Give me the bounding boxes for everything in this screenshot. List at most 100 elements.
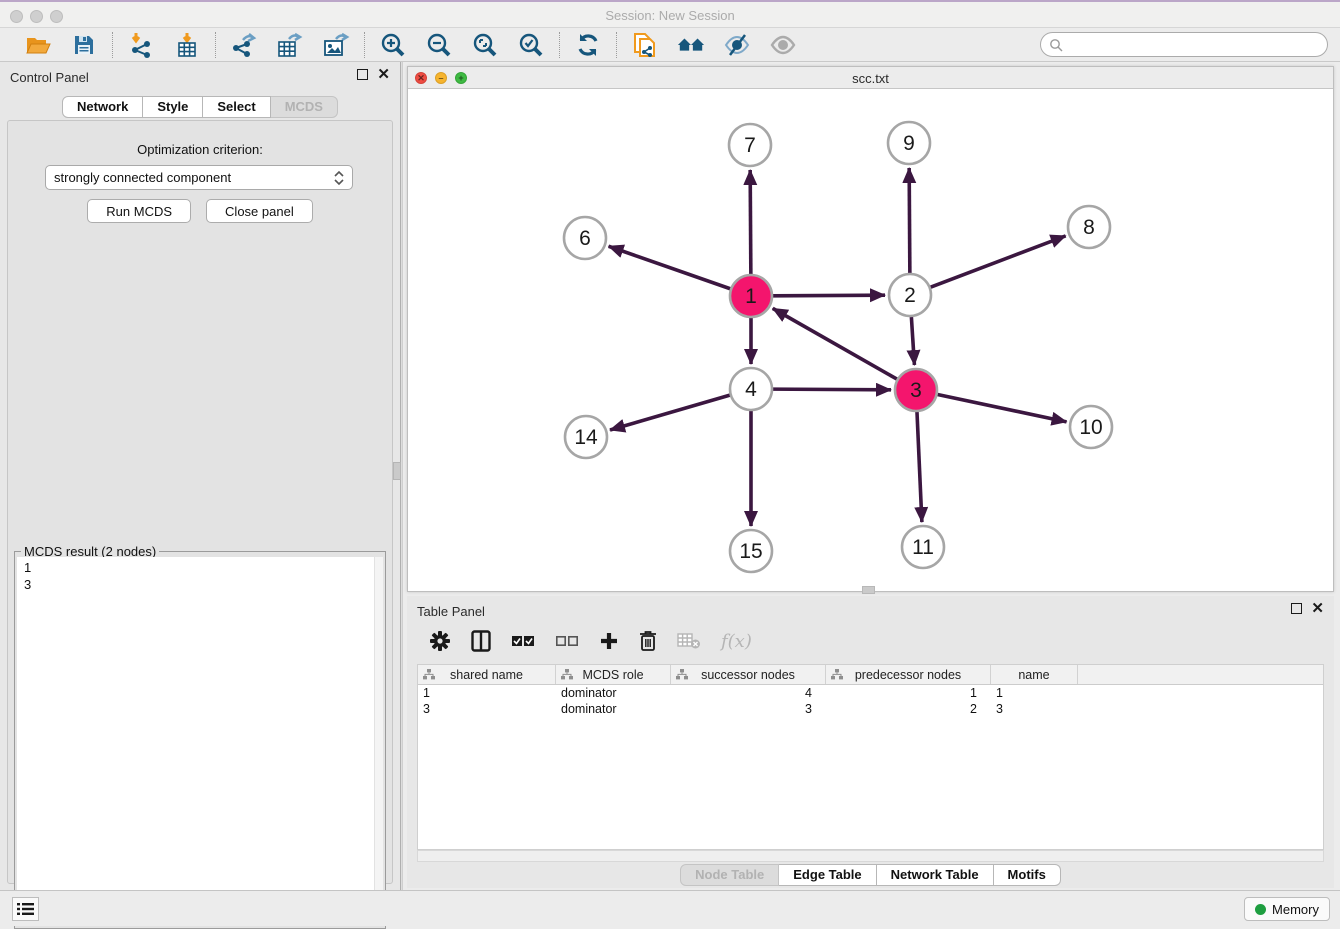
tab-style[interactable]: Style — [143, 96, 203, 118]
delete-columns-button[interactable] — [639, 630, 657, 652]
import-network-button[interactable] — [127, 31, 155, 59]
node-label-2: 2 — [904, 284, 916, 307]
cell-shared-name[interactable]: 1 — [418, 685, 556, 701]
import-table-icon — [174, 32, 200, 58]
save-session-button[interactable] — [70, 31, 98, 59]
float-table-panel-icon[interactable] — [1291, 603, 1302, 614]
table-row-0[interactable]: 1dominator411 — [418, 685, 1323, 701]
deselect-all-rows-button[interactable] — [555, 634, 579, 648]
edge-3-11[interactable] — [917, 412, 922, 522]
node-label-7: 7 — [744, 134, 756, 157]
mcds-result-values: 1 3 — [17, 557, 383, 593]
edge-2-9[interactable] — [909, 168, 910, 273]
table-tab-edge-table[interactable]: Edge Table — [779, 864, 876, 886]
edge-3-1[interactable] — [773, 308, 897, 379]
cell-predecessor-nodes[interactable]: 2 — [826, 701, 991, 717]
toggle-columns-button[interactable] — [471, 630, 491, 652]
close-panel-icon[interactable]: ✕ — [377, 69, 390, 80]
cell-MCDS-role[interactable]: dominator — [556, 685, 671, 701]
column-header-MCDS-role[interactable]: MCDS role — [556, 665, 671, 684]
zoom-fit-button[interactable] — [471, 31, 499, 59]
edge-4-3[interactable] — [773, 389, 891, 390]
search-field[interactable] — [1040, 32, 1328, 57]
cell-MCDS-role[interactable]: dominator — [556, 701, 671, 717]
table-toolbar: f(x) — [417, 622, 1324, 660]
cell-shared-name[interactable]: 3 — [418, 701, 556, 717]
close-table-panel-icon[interactable]: ✕ — [1311, 603, 1324, 614]
close-panel-button[interactable]: Close panel — [206, 199, 313, 223]
show-panel-button[interactable] — [769, 31, 797, 59]
edge-3-10[interactable] — [938, 395, 1067, 422]
zoom-in-icon — [380, 32, 406, 58]
column-header-predecessor-nodes[interactable]: predecessor nodes — [826, 665, 991, 684]
save-icon — [72, 33, 96, 57]
unchecked-boxes-icon — [555, 634, 579, 648]
run-mcds-button[interactable]: Run MCDS — [87, 199, 191, 223]
column-header-successor-nodes[interactable]: successor nodes — [671, 665, 826, 684]
vertical-splitter-grip[interactable] — [393, 462, 401, 480]
horizontal-splitter-grip[interactable] — [862, 586, 875, 594]
node-label-10: 10 — [1079, 416, 1102, 439]
column-tree-icon — [831, 669, 843, 680]
table-scrollbar[interactable] — [417, 850, 1324, 862]
function-builder-button[interactable]: f(x) — [721, 631, 752, 652]
cell-predecessor-nodes[interactable]: 1 — [826, 685, 991, 701]
float-panel-icon[interactable] — [357, 69, 368, 80]
control-panel-header: Control Panel ✕ — [0, 62, 400, 92]
import-network-icon — [128, 32, 154, 58]
export-table-button[interactable] — [276, 31, 304, 59]
export-image-icon — [323, 32, 350, 58]
result-scrollbar[interactable] — [374, 557, 383, 926]
column-header-shared-name[interactable]: shared name — [418, 665, 556, 684]
table-tab-motifs[interactable]: Motifs — [994, 864, 1061, 886]
table-tab-network-table[interactable]: Network Table — [877, 864, 994, 886]
columns-icon — [471, 630, 491, 652]
table-row-1[interactable]: 3dominator323 — [418, 701, 1323, 717]
tab-mcds[interactable]: MCDS — [271, 96, 338, 118]
node-label-15: 15 — [739, 540, 762, 563]
edge-1-7[interactable] — [750, 170, 751, 274]
table-settings-button[interactable] — [429, 630, 451, 652]
export-image-button[interactable] — [322, 31, 350, 59]
cell-successor-nodes[interactable]: 3 — [671, 701, 826, 717]
import-table-button[interactable] — [173, 31, 201, 59]
node-table[interactable]: shared nameMCDS rolesuccessor nodesprede… — [417, 664, 1324, 850]
edge-2-3[interactable] — [911, 317, 914, 365]
zoom-out-icon — [426, 32, 452, 58]
memory-button[interactable]: Memory — [1244, 897, 1330, 921]
table-tab-node-table[interactable]: Node Table — [680, 864, 779, 886]
apply-layout-button[interactable] — [574, 31, 602, 59]
edge-1-2[interactable] — [773, 295, 885, 296]
network-canvas[interactable]: 7968124314101511 — [408, 89, 1333, 591]
edge-2-8[interactable] — [931, 236, 1066, 287]
mcds-result-group: MCDS result (2 nodes) 1 3 — [14, 551, 386, 929]
edge-4-14[interactable] — [610, 395, 730, 430]
optimization-criterion-dropdown[interactable]: strongly connected component — [45, 165, 353, 190]
edge-1-6[interactable] — [609, 246, 731, 288]
cell-name[interactable]: 3 — [991, 701, 1078, 717]
export-table-icon — [277, 32, 304, 58]
memory-label: Memory — [1272, 902, 1319, 917]
mcds-result-textarea[interactable]: 1 3 — [17, 557, 383, 926]
table-panel: Table Panel ✕ — [407, 596, 1334, 888]
zoom-out-button[interactable] — [425, 31, 453, 59]
task-history-button[interactable] — [12, 897, 39, 921]
clone-network-button[interactable] — [631, 31, 659, 59]
show-all-networks-button[interactable] — [677, 31, 705, 59]
export-network-button[interactable] — [230, 31, 258, 59]
add-column-button[interactable] — [599, 631, 619, 651]
tab-select[interactable]: Select — [203, 96, 270, 118]
hide-panel-button[interactable] — [723, 31, 751, 59]
search-input[interactable] — [1068, 37, 1327, 52]
delete-table-button[interactable] — [677, 632, 701, 650]
open-session-button[interactable] — [24, 31, 52, 59]
column-header-name[interactable]: name — [991, 665, 1078, 684]
cell-name[interactable]: 1 — [991, 685, 1078, 701]
zoom-selected-button[interactable] — [517, 31, 545, 59]
select-all-rows-button[interactable] — [511, 634, 535, 648]
column-tree-icon — [423, 669, 435, 680]
cell-successor-nodes[interactable]: 4 — [671, 685, 826, 701]
tab-network[interactable]: Network — [62, 96, 143, 118]
optimization-criterion-label: Optimization criterion: — [8, 142, 392, 157]
zoom-in-button[interactable] — [379, 31, 407, 59]
